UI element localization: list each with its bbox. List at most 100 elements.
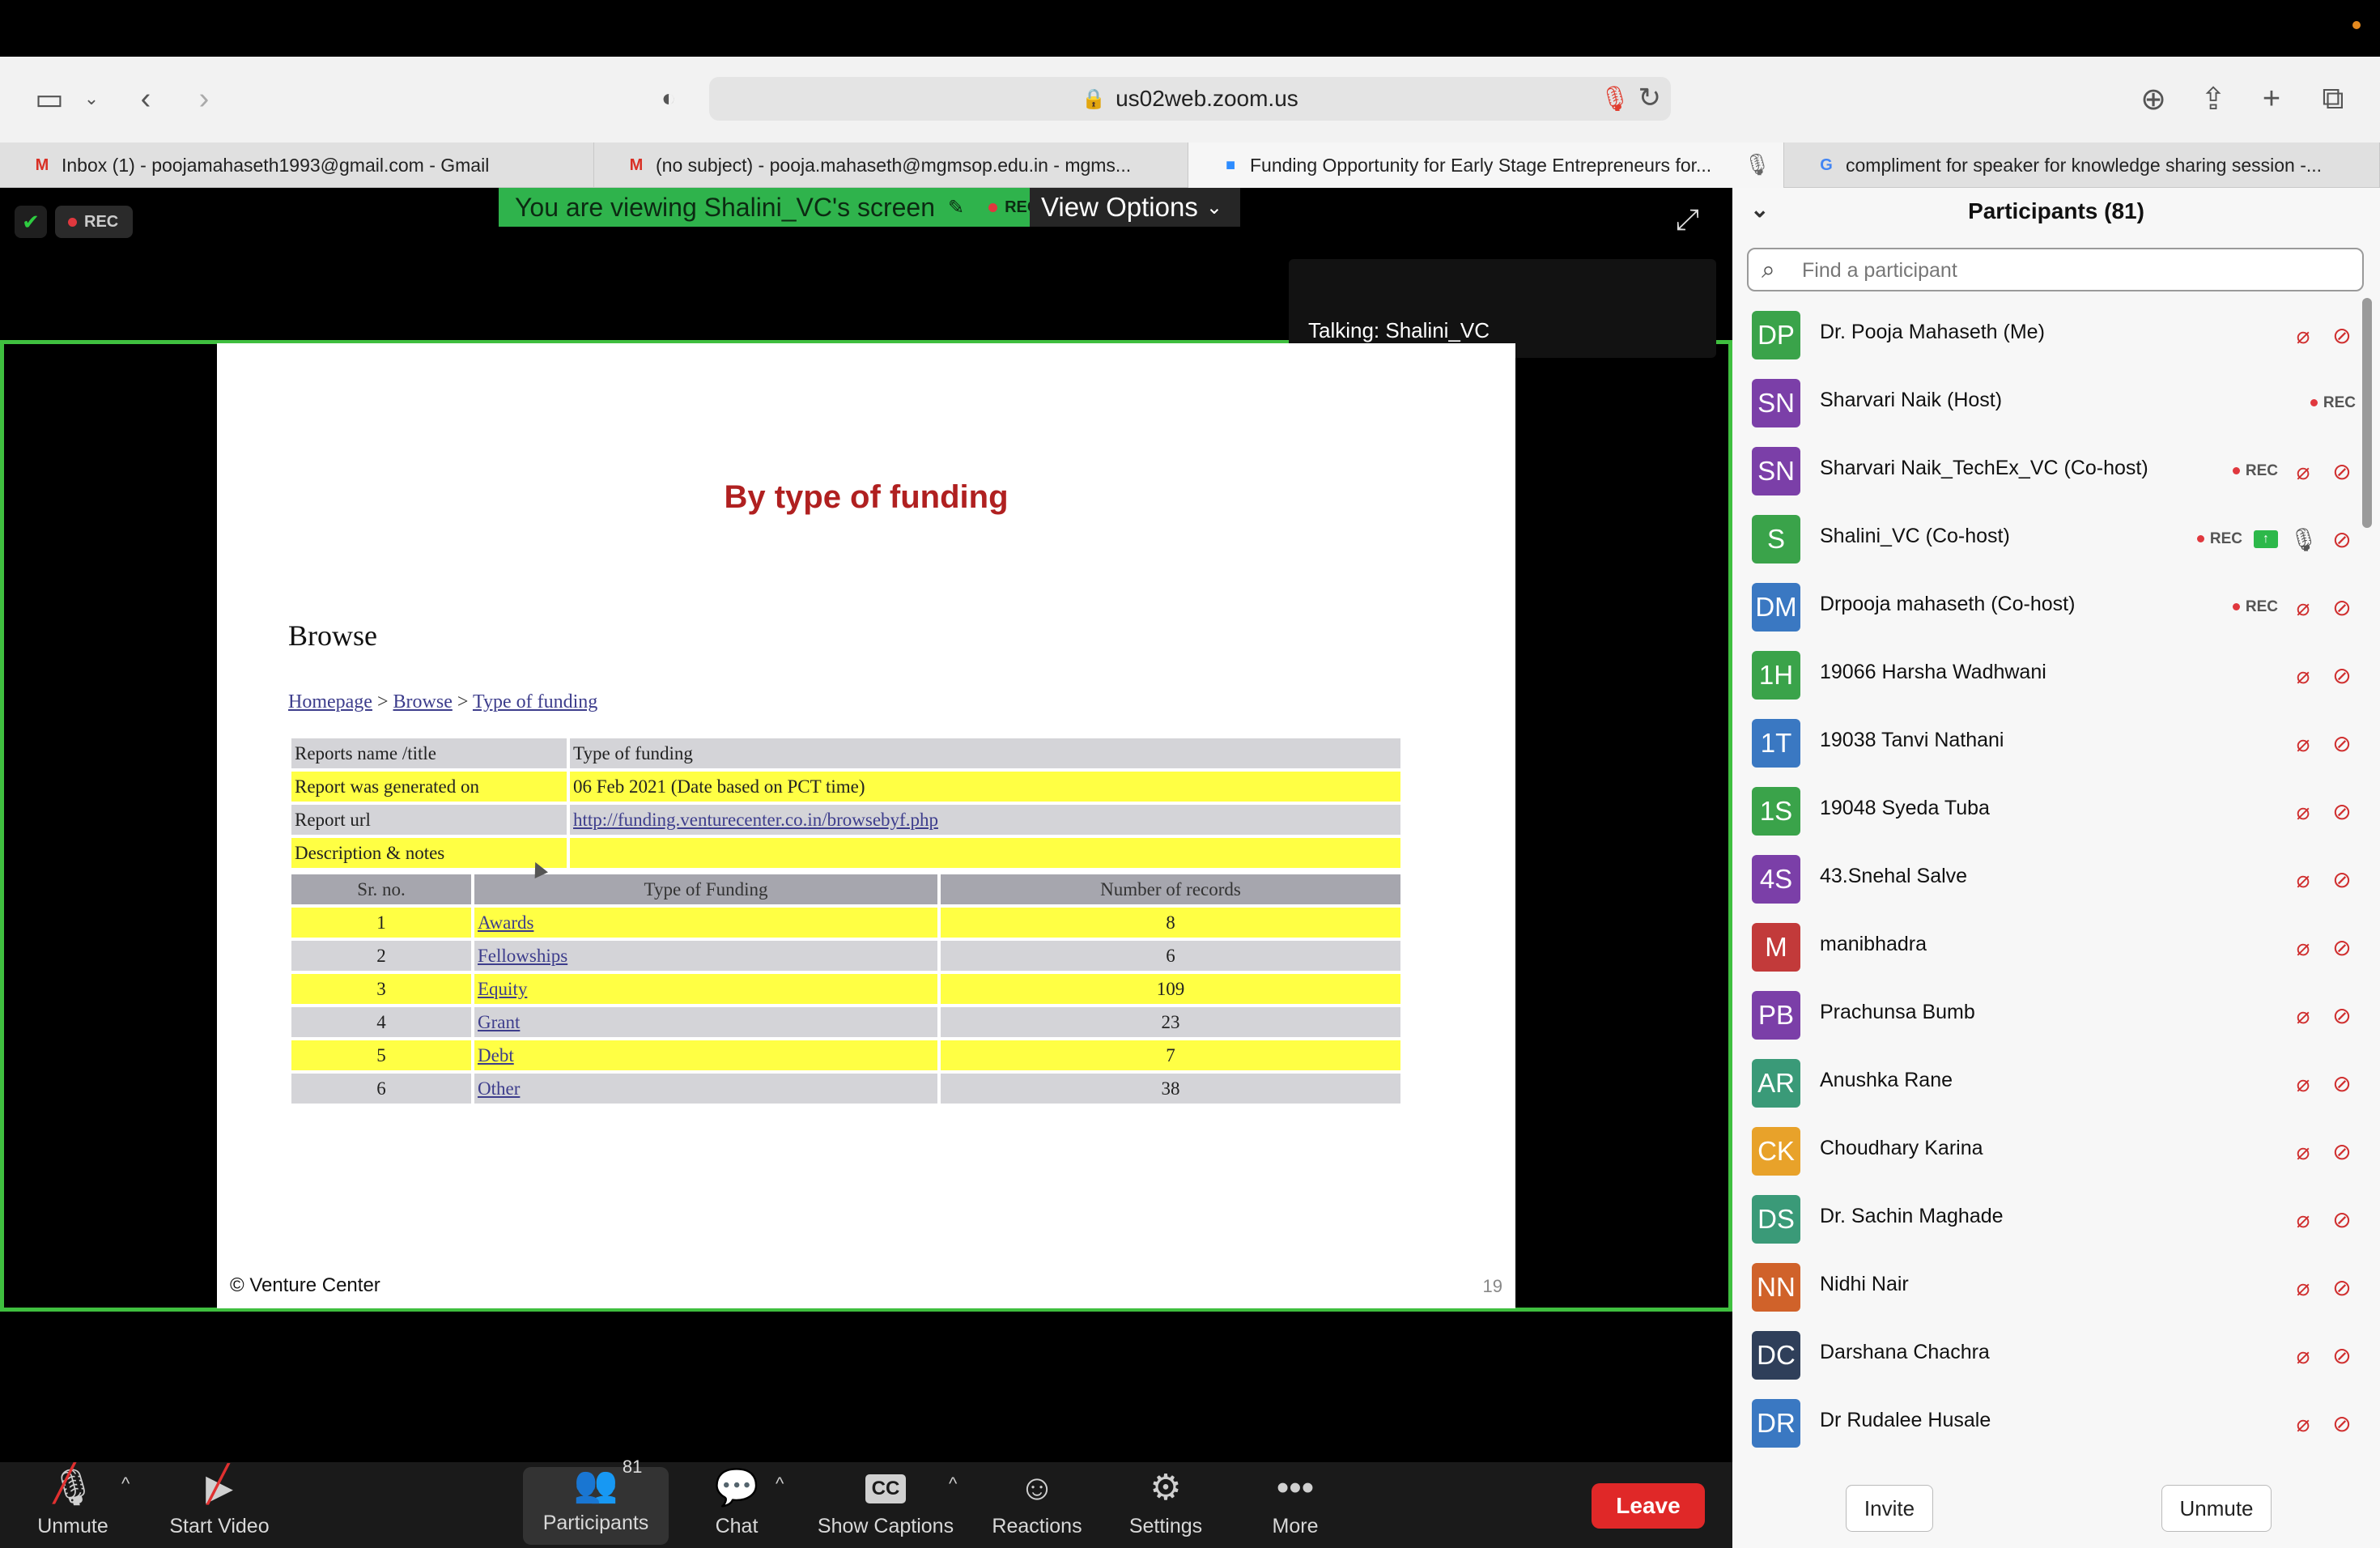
participant-row[interactable]: 4S 43.Snehal Salve ⌀ ⊘: [1732, 845, 2364, 913]
participants-button[interactable]: 👥 81 Participants: [523, 1457, 669, 1545]
chat-options-caret-icon[interactable]: ^: [776, 1474, 784, 1495]
menu-bar: [0, 0, 2380, 57]
microphone-muted-icon: ⌀: [2296, 322, 2310, 348]
start-video-button[interactable]: ▶ ╱ Start Video: [159, 1462, 280, 1548]
tab-overview-icon[interactable]: ⧉: [2315, 79, 2351, 118]
forward-icon[interactable]: ›: [188, 79, 220, 118]
funding-type-link[interactable]: Awards: [478, 912, 533, 933]
avatar: M: [1752, 923, 1800, 972]
participant-list-scrollbar[interactable]: [2362, 298, 2372, 528]
participant-name: Dr Rudalee Husale: [1820, 1409, 1991, 1431]
participant-row[interactable]: DM Drpooja mahaseth (Co-host) REC ⌀ ⊘: [1732, 573, 2364, 641]
participant-row[interactable]: PB Prachunsa Bumb ⌀ ⊘: [1732, 981, 2364, 1049]
participant-row[interactable]: S Shalini_VC (Co-host) REC ↑ 🎙 ⊘: [1732, 505, 2364, 573]
sidebar-toggle-icon[interactable]: ▭: [31, 79, 68, 118]
avatar: SN: [1752, 447, 1800, 495]
breadcrumb-current-link[interactable]: Type of funding: [473, 691, 597, 712]
recording-badge: REC: [2232, 598, 2278, 616]
show-captions-button[interactable]: CC Show Captions: [813, 1462, 958, 1548]
back-icon[interactable]: ‹: [130, 79, 162, 118]
participant-row[interactable]: AR Anushka Rane ⌀ ⊘: [1732, 1049, 2364, 1117]
funding-type-link[interactable]: Debt: [478, 1045, 514, 1065]
tab-gmail-mgms[interactable]: M (no subject) - pooja.mahaseth@mgmsop.e…: [594, 142, 1188, 188]
sr-cell: 6: [291, 1074, 471, 1104]
new-tab-icon[interactable]: +: [2254, 79, 2289, 118]
address-bar[interactable]: 🔒 us02web.zoom.us 🎙 ↻: [709, 77, 1671, 121]
show-captions-label: Show Captions: [817, 1515, 954, 1537]
funding-type-link[interactable]: Fellowships: [478, 946, 567, 966]
reload-icon[interactable]: ↻: [1638, 82, 1662, 114]
meta-key: Report was generated on: [291, 772, 567, 802]
microphone-icon[interactable]: 🎙: [1600, 85, 1630, 113]
view-options-button[interactable]: View Options ⌄: [1030, 188, 1240, 227]
download-icon[interactable]: ⊕: [2136, 79, 2171, 118]
participant-row[interactable]: DS Dr. Sachin Maghade ⌀ ⊘: [1732, 1185, 2364, 1253]
leave-button[interactable]: Leave: [1592, 1483, 1705, 1529]
video-off-icon: ⊘: [2332, 1138, 2352, 1164]
meta-row: Reports name /title Type of funding: [291, 738, 1400, 768]
meta-key: Reports name /title: [291, 738, 567, 768]
breadcrumb-home-link[interactable]: Homepage: [288, 691, 372, 712]
fullscreen-icon[interactable]: ⤢: [1676, 202, 1699, 237]
participant-row[interactable]: NN Nidhi Nair ⌀ ⊘: [1732, 1253, 2364, 1321]
recording-badge: REC: [2232, 462, 2278, 480]
chat-button[interactable]: 💬 Chat: [696, 1462, 777, 1548]
funding-type-link[interactable]: Other: [478, 1078, 520, 1099]
microphone-muted-icon: ⌀: [2296, 1206, 2310, 1232]
participant-row[interactable]: 1T 19038 Tanvi Nathani ⌀ ⊘: [1732, 709, 2364, 777]
slide-footer: © Venture Center: [230, 1274, 380, 1296]
participant-search[interactable]: ⌕: [1747, 248, 2364, 291]
breadcrumb-separator: >: [372, 691, 393, 712]
annotate-icon[interactable]: ✎: [948, 196, 964, 219]
video-off-icon: ⊘: [2332, 1002, 2352, 1028]
microphone-muted-icon: ⌀: [2296, 458, 2310, 484]
meta-value: [570, 838, 1400, 868]
participant-status: ⌀ ⊘: [2289, 1203, 2356, 1235]
video-off-icon: ⊘: [2332, 1070, 2352, 1096]
privacy-shield-icon[interactable]: ◐: [652, 79, 685, 118]
tab-bar: M Inbox (1) - poojamahaseth1993@gmail.co…: [0, 142, 2380, 188]
security-shield-icon[interactable]: ✔: [15, 206, 47, 238]
chevron-down-icon[interactable]: ⌄: [81, 79, 102, 118]
more-button[interactable]: ••• More: [1247, 1462, 1344, 1548]
participant-row[interactable]: DP Dr. Pooja Mahaseth (Me) ⌀ ⊘: [1732, 301, 2364, 369]
unmute-label: Unmute: [37, 1515, 108, 1537]
audio-options-caret-icon[interactable]: ^: [121, 1474, 130, 1495]
settings-button[interactable]: ⚙ Settings: [1117, 1462, 1214, 1548]
breadcrumb-browse-link[interactable]: Browse: [393, 691, 453, 712]
participant-row[interactable]: CK Choudhary Karina ⌀ ⊘: [1732, 1117, 2364, 1185]
funding-type-link[interactable]: Equity: [478, 979, 527, 999]
participant-row[interactable]: Mmanibhadra ⌀ ⊘: [1732, 913, 2364, 981]
tab-microphone-icon[interactable]: 🎙: [1744, 152, 1770, 177]
reactions-label: Reactions: [992, 1515, 1082, 1537]
video-off-icon: ⊘: [2332, 1206, 2352, 1232]
captions-options-caret-icon[interactable]: ^: [949, 1474, 957, 1495]
participant-name: Darshana Chachra: [1820, 1341, 1990, 1363]
microphone-muted-icon: ⌀: [2296, 662, 2310, 688]
type-cell: Fellowships: [474, 941, 937, 971]
tab-zoom-meeting[interactable]: ■ Funding Opportunity for Early Stage En…: [1188, 142, 1784, 188]
participant-row[interactable]: 1H 19066 Harsha Wadhwani ⌀ ⊘: [1732, 641, 2364, 709]
participant-row[interactable]: 1S 19048 Syeda Tuba ⌀ ⊘: [1732, 777, 2364, 845]
slide-title: By type of funding: [724, 479, 1009, 515]
participant-row[interactable]: DC Darshana Chachra ⌀ ⊘: [1732, 1321, 2364, 1389]
invite-button[interactable]: Invite: [1846, 1485, 1933, 1532]
funding-type-link[interactable]: Grant: [478, 1012, 520, 1032]
tab-gmail-inbox[interactable]: M Inbox (1) - poojamahaseth1993@gmail.co…: [0, 142, 594, 188]
report-url-link[interactable]: http://funding.venturecenter.co.in/brows…: [573, 810, 938, 830]
share-icon[interactable]: ⇪: [2195, 79, 2231, 118]
tab-google-search[interactable]: G compliment for speaker for knowledge s…: [1784, 142, 2380, 188]
participant-row[interactable]: DR Dr Rudalee Husale ⌀ ⊘: [1732, 1389, 2364, 1457]
chevron-down-icon[interactable]: ⌄: [1750, 196, 1769, 223]
search-input[interactable]: [1802, 256, 2352, 285]
reactions-button[interactable]: ☺ Reactions: [983, 1462, 1091, 1548]
unmute-button[interactable]: 🎙 ╱ Unmute: [24, 1462, 121, 1548]
microphone-muted-icon: ⌀: [2296, 1070, 2310, 1096]
participant-row[interactable]: SN Sharvari Naik (Host) REC: [1732, 369, 2364, 437]
participant-row[interactable]: SN Sharvari Naik_TechEx_VC (Co-host) REC ⌀ ⊘: [1732, 437, 2364, 505]
recording-badge: REC: [55, 206, 134, 238]
participant-status: REC ↑ 🎙 ⊘: [2196, 523, 2356, 555]
video-off-icon: ⊘: [2332, 1274, 2352, 1300]
participant-status: ⌀ ⊘: [2289, 931, 2356, 963]
unmute-all-button[interactable]: Unmute: [2161, 1485, 2272, 1532]
